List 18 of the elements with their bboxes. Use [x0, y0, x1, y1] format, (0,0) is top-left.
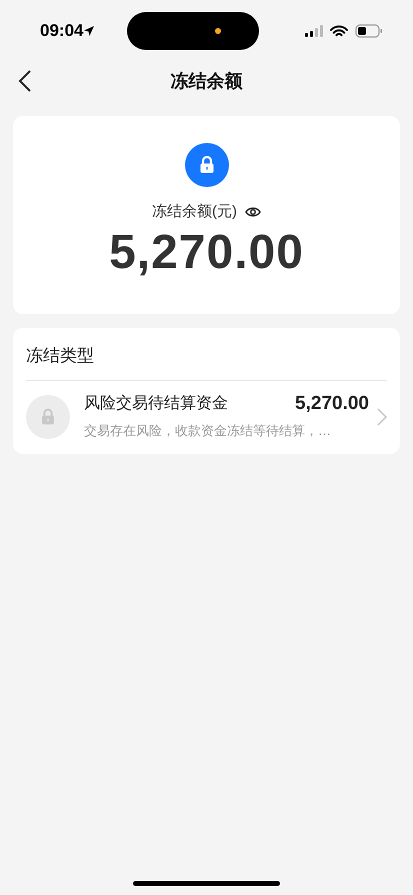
clock: 09:04 — [40, 21, 84, 41]
back-icon — [18, 70, 32, 92]
balance-amount: 5,270.00 — [109, 225, 304, 280]
section-title: 冻结类型 — [26, 328, 387, 381]
item-amount: 5,270.00 — [295, 393, 369, 415]
lock-icon — [184, 143, 228, 187]
signal-icon — [305, 25, 323, 37]
battery-icon — [355, 24, 383, 38]
item-name: 风险交易待结算资金 — [84, 394, 228, 414]
item-description: 交易存在风险，收款资金冻结等待结算，… — [84, 422, 332, 440]
location-arrow-icon — [83, 25, 96, 37]
lock-icon — [26, 394, 70, 438]
freeze-type-item[interactable]: 风险交易待结算资金 5,270.00 交易存在风险，收款资金冻结等待结算，… — [26, 381, 387, 454]
wifi-icon — [330, 24, 348, 38]
chevron-right-icon — [377, 408, 387, 426]
page-title: 冻结余额 — [170, 70, 242, 93]
eye-icon[interactable] — [245, 206, 261, 218]
balance-label: 冻结余额(元) — [152, 202, 237, 221]
